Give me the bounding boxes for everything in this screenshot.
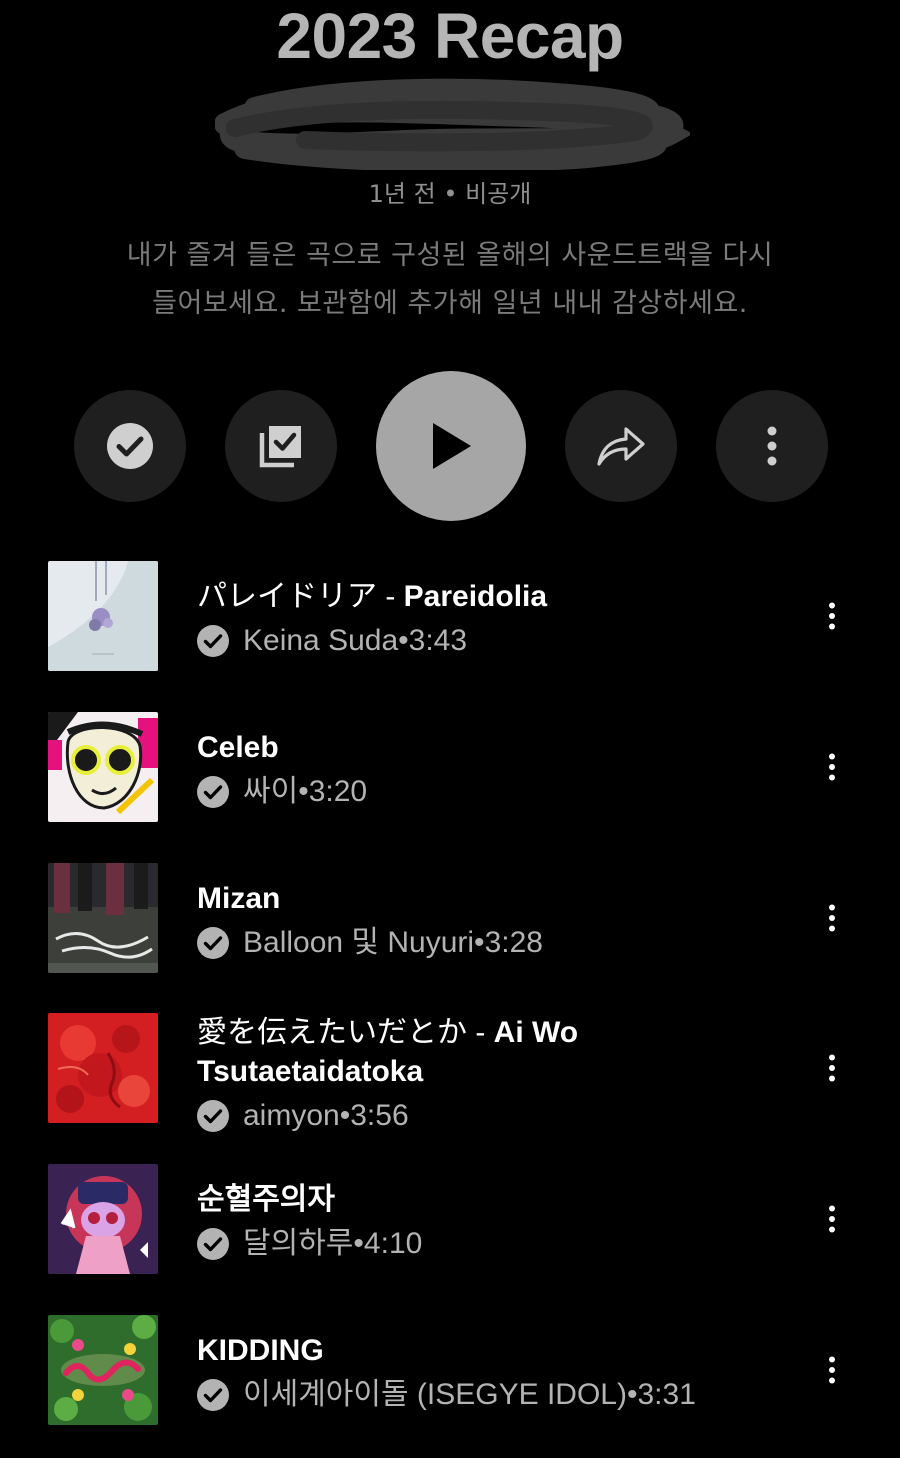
track-row[interactable]: 순혈주의자 달의하루 • 4:10: [0, 1164, 900, 1294]
more-options-button[interactable]: [716, 390, 828, 502]
track-title: パレイドリア - Pareidolia: [197, 580, 548, 613]
track-row[interactable]: Celeb 싸이 • 3:20: [0, 712, 900, 842]
check-circle-icon: [197, 927, 229, 959]
separator: •: [398, 624, 409, 657]
description-line-1: 내가 즐겨 들은 곡으로 구성된 올해의 사운드트랙을 다시: [126, 240, 774, 271]
track-duration: 3:28: [484, 926, 543, 959]
separator: •: [474, 926, 485, 959]
check-circle-icon: [197, 776, 229, 808]
saved-button[interactable]: [74, 390, 186, 502]
action-bar: [0, 370, 900, 522]
track-more-button[interactable]: [818, 1048, 846, 1088]
track-more-button[interactable]: [818, 596, 846, 636]
separator: •: [339, 1099, 351, 1132]
track-info: KIDDING 이세계아이돌 (ISEGYE IDOL) • 3:31: [197, 1331, 800, 1414]
track-artist: 이세계아이돌 (ISEGYE IDOL): [243, 1378, 627, 1411]
track-subtitle: 이세계아이돌 (ISEGYE IDOL) • 3:31: [197, 1376, 800, 1414]
track-info: 순혈주의자 달의하루 • 4:10: [197, 1180, 800, 1263]
library-check-icon: [259, 426, 301, 468]
track-row[interactable]: Mizan Balloon 및 Nuyuri • 3:28: [0, 863, 900, 993]
track-row[interactable]: 愛を伝えたいだとか - Ai Wo Tsutaetaidatoka aimyon…: [0, 1013, 900, 1163]
track-duration: 3:20: [308, 775, 368, 808]
track-subtitle: aimyon • 3:56: [197, 1097, 800, 1135]
track-more-button[interactable]: [818, 1199, 846, 1239]
track-more-button[interactable]: [818, 898, 846, 938]
track-title: Mizan: [197, 882, 281, 915]
share-arrow-icon: [597, 427, 645, 466]
add-to-library-button[interactable]: [225, 390, 337, 502]
track-duration: 3:43: [408, 624, 468, 657]
album-art: [48, 712, 158, 822]
track-info: Mizan Balloon 및 Nuyuri • 3:28: [197, 879, 800, 962]
more-vert-icon: [829, 602, 835, 630]
track-subtitle: Keina Suda • 3:43: [197, 622, 800, 660]
more-vert-icon: [829, 1205, 835, 1233]
play-button[interactable]: [376, 371, 526, 521]
track-artist: 싸이: [243, 775, 299, 808]
track-artist: Keina Suda: [243, 624, 399, 657]
track-title: 순혈주의자: [197, 1183, 335, 1216]
redacted-scribble: [215, 78, 690, 170]
track-info: 愛を伝えたいだとか - Ai Wo Tsutaetaidatoka aimyon…: [197, 1013, 800, 1135]
track-subtitle: 달의하루 • 4:10: [197, 1225, 800, 1263]
track-more-button[interactable]: [818, 747, 846, 787]
more-vert-icon: [767, 426, 777, 466]
track-title: 愛を伝えたいだとか - Ai Wo Tsutaetaidatoka: [197, 1016, 579, 1088]
playlist-meta: 1년 전 • 비공개: [368, 180, 532, 208]
playlist-title: 2023 Recap: [276, 0, 624, 72]
more-vert-icon: [829, 753, 835, 781]
separator: •: [353, 1227, 364, 1260]
track-artist: aimyon: [243, 1099, 340, 1132]
track-duration: 3:31: [637, 1378, 696, 1411]
track-duration: 4:10: [363, 1227, 423, 1260]
track-subtitle: 싸이 • 3:20: [197, 773, 800, 811]
track-artist: Balloon 및 Nuyuri: [243, 926, 475, 959]
check-circle-icon: [107, 423, 153, 469]
album-art: [48, 1164, 158, 1274]
album-art: [48, 1315, 158, 1425]
description-line-2: 들어보세요. 보관함에 추가해 일년 내내 감상하세요.: [152, 288, 748, 319]
album-art: [48, 561, 158, 671]
check-circle-icon: [197, 1379, 229, 1411]
playlist-description: 내가 즐겨 들은 곡으로 구성된 올해의 사운드트랙을 다시 들어보세요. 보관…: [70, 232, 830, 328]
track-duration: 3:56: [350, 1099, 409, 1132]
track-info: Celeb 싸이 • 3:20: [197, 728, 800, 811]
track-row[interactable]: パレイドリア - Pareidolia Keina Suda • 3:43: [0, 561, 900, 691]
track-subtitle: Balloon 및 Nuyuri • 3:28: [197, 924, 800, 962]
track-title: Celeb: [197, 731, 279, 764]
check-circle-icon: [197, 1100, 229, 1132]
album-art: [48, 1013, 158, 1123]
separator: •: [626, 1378, 638, 1411]
track-more-button[interactable]: [818, 1350, 846, 1390]
track-artist: 달의하루: [243, 1227, 354, 1260]
album-art: [48, 863, 158, 973]
more-vert-icon: [829, 904, 835, 932]
share-button[interactable]: [565, 390, 677, 502]
track-info: パレイドリア - Pareidolia Keina Suda • 3:43: [197, 577, 800, 660]
separator: •: [298, 775, 309, 808]
check-circle-icon: [197, 625, 229, 657]
more-vert-icon: [829, 1356, 835, 1384]
more-vert-icon: [829, 1054, 835, 1082]
track-title: KIDDING: [197, 1334, 324, 1367]
play-icon: [433, 423, 471, 469]
track-row[interactable]: KIDDING 이세계아이돌 (ISEGYE IDOL) • 3:31: [0, 1315, 900, 1445]
check-circle-icon: [197, 1228, 229, 1260]
